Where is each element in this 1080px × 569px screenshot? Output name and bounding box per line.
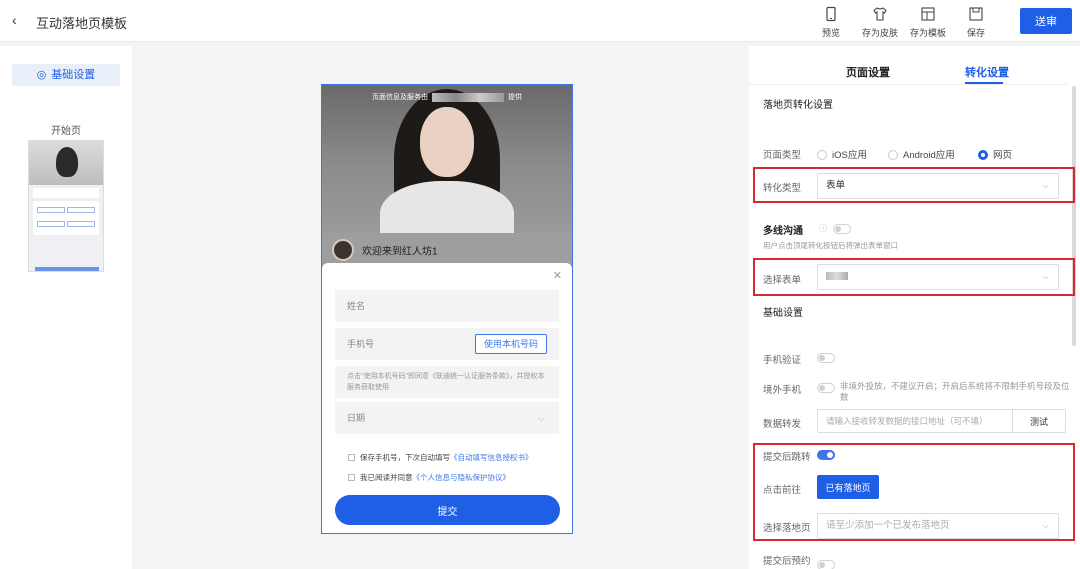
template-icon — [906, 6, 950, 24]
select-form-dropdown[interactable]: ⌵ — [817, 264, 1059, 290]
preview-button[interactable]: 预览 — [817, 6, 845, 39]
existing-landing-page-button[interactable]: 已有落地页 — [817, 475, 879, 499]
book-after-submit-toggle[interactable] — [817, 560, 835, 569]
settings-panel: 页面设置 转化设置 落地页转化设置 页面类型 iOS应用 Android应用 网… — [749, 46, 1080, 569]
multiline-label: 多线沟通 — [763, 226, 803, 237]
blurred-form-name — [826, 272, 848, 281]
start-page-label: 开始页 — [51, 126, 81, 137]
jump-after-submit-label: 提交后跳转 — [763, 452, 811, 463]
multiline-subtext: 用户点击顶尾转化按钮后将弹出表单窗口 — [763, 241, 898, 250]
conversion-type-label: 转化类型 — [763, 183, 802, 194]
greeting-bar: 欢迎来到红人坊1 — [332, 239, 438, 261]
blurred-provider-name — [432, 92, 504, 102]
hero-image — [322, 85, 572, 233]
test-button[interactable]: 测试 — [1012, 409, 1066, 433]
gear-icon: ◎ — [36, 69, 47, 81]
data-forward-label: 数据转发 — [763, 419, 802, 430]
radio-web[interactable]: 网页 — [978, 147, 1012, 161]
use-this-phone-button[interactable]: 使用本机号码 — [474, 334, 547, 354]
save-phone-checkbox[interactable]: 保存手机号，下次自动填写《自动填写信息授权书》 — [348, 452, 533, 463]
data-forward-input[interactable]: 请输入接收转发数据的接口地址（可不填） — [817, 409, 1013, 433]
basic-settings-title: 基础设置 — [763, 308, 803, 319]
chevron-down-icon: ⌵ — [1042, 521, 1049, 530]
form-submit-button[interactable]: 提交 — [335, 495, 560, 525]
section-title: 落地页转化设置 — [763, 100, 833, 111]
page-title: 互动落地页模板 — [36, 16, 128, 31]
landing-page-preview: 页面信息及服务由 提供 欢迎来到红人坊1 ✕ 姓名 手机号 使用本机号码 点击"使… — [321, 84, 573, 534]
goto-label: 点击前往 — [763, 485, 802, 496]
top-bar: ‹ 互动落地页模板 预览 存为皮肤 存为模板 保存 送审 — [0, 0, 1080, 42]
conversion-type-select[interactable]: 表单 ⌵ — [817, 173, 1059, 199]
checkbox-icon — [348, 454, 355, 461]
chevron-left-icon[interactable]: ‹ — [12, 12, 28, 28]
help-icon[interactable]: ⓘ — [819, 223, 827, 234]
phone-field[interactable]: 手机号 使用本机号码 — [335, 328, 559, 360]
chevron-down-icon: ⌵ — [538, 413, 545, 423]
save-as-template-button[interactable]: 存为模板 — [906, 6, 950, 39]
submit-review-button[interactable]: 送审 — [1020, 8, 1072, 34]
outside-phone-toggle[interactable] — [817, 383, 835, 393]
scrollbar[interactable] — [1072, 86, 1076, 346]
date-field[interactable]: 日期 ⌵ — [335, 402, 559, 434]
checkbox-icon — [348, 474, 355, 481]
phone-icon — [817, 6, 845, 24]
phone-verify-toggle[interactable] — [817, 353, 835, 363]
choose-landing-page-select[interactable]: 请至少添加一个已发布落地页 ⌵ — [817, 513, 1059, 539]
name-field[interactable]: 姓名 — [335, 290, 559, 322]
jump-after-submit-toggle[interactable] — [817, 450, 835, 460]
chevron-down-icon: ⌵ — [1042, 181, 1049, 190]
agree-privacy-checkbox[interactable]: 我已阅读并同意《个人信息与隐私保护协议》 — [348, 472, 510, 483]
outside-phone-note: 非境外投放，不建议开启；开启后系统将不限制手机号段及位数 — [840, 381, 1070, 402]
radio-android[interactable]: Android应用 — [888, 147, 955, 161]
left-panel: ◎ 基础设置 开始页 — [0, 46, 132, 569]
choose-landing-page-label: 选择落地页 — [763, 523, 811, 534]
save-as-skin-button[interactable]: 存为皮肤 — [858, 6, 902, 39]
service-provider-caption: 页面信息及服务由 提供 — [372, 92, 522, 102]
save-button[interactable]: 保存 — [962, 6, 990, 39]
page-type-label: 页面类型 — [763, 150, 802, 161]
chevron-down-icon: ⌵ — [1042, 272, 1049, 281]
start-page-thumbnail[interactable] — [28, 140, 104, 272]
close-icon[interactable]: ✕ — [553, 269, 562, 282]
shirt-icon — [858, 6, 902, 24]
thumbnail-photo — [29, 141, 103, 185]
tab-page-settings[interactable]: 页面设置 — [846, 64, 890, 80]
book-after-submit-label: 提交后预约 — [763, 556, 811, 567]
multiline-toggle[interactable] — [833, 224, 851, 234]
phone-verify-label: 手机验证 — [763, 355, 802, 366]
avatar — [332, 239, 354, 261]
base-settings-tab[interactable]: ◎ 基础设置 — [12, 64, 120, 86]
outside-phone-label: 境外手机 — [763, 385, 802, 396]
auth-hint: 点击"使用本机号码"即同意《联通统一认证服务条款》，并授权本服务获取使用 — [335, 366, 559, 398]
tab-conversion-settings[interactable]: 转化设置 — [965, 64, 1009, 80]
select-form-label: 选择表单 — [763, 275, 802, 286]
lead-form-popup: ✕ 姓名 手机号 使用本机号码 点击"使用本机号码"即同意《联通统一认证服务条款… — [322, 263, 572, 533]
floppy-icon — [962, 6, 990, 24]
radio-ios[interactable]: iOS应用 — [817, 147, 867, 161]
